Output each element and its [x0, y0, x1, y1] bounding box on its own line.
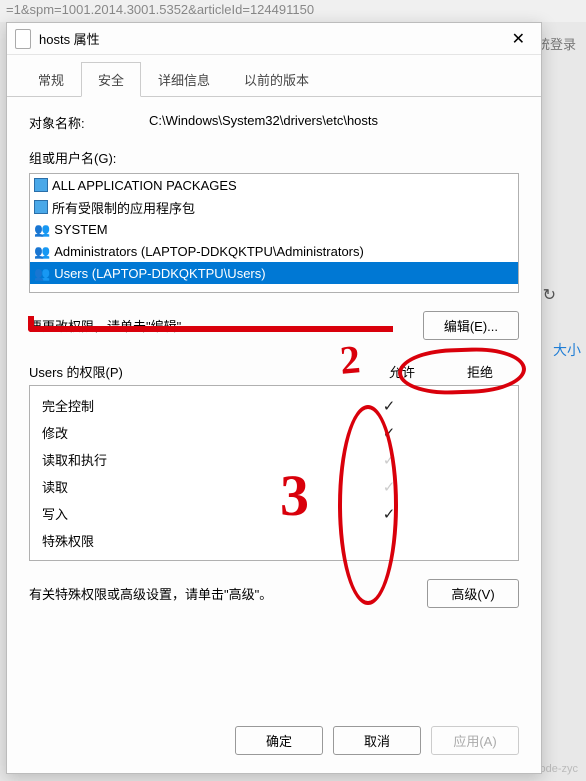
users-icon: 👥	[34, 267, 50, 280]
object-name-row: 对象名称: C:\Windows\System32\drivers\etc\ho…	[29, 113, 519, 132]
permissions-listbox: 完全控制✓修改✓读取和执行✓读取✓写入✓特殊权限	[29, 385, 519, 561]
apply-button[interactable]: 应用(A)	[431, 726, 519, 755]
deny-column-header: 拒绝	[441, 362, 519, 381]
permission-name: 读取	[42, 477, 350, 496]
ok-button[interactable]: 确定	[235, 726, 323, 755]
permission-name: 特殊权限	[42, 531, 350, 550]
object-name-value: C:\Windows\System32\drivers\etc\hosts	[149, 113, 519, 132]
group-users-listbox[interactable]: ALL APPLICATION PACKAGES所有受限制的应用程序包👥SYST…	[29, 173, 519, 293]
permission-name: 修改	[42, 423, 350, 442]
dialog-titlebar: hosts 属性 ✕	[7, 23, 541, 55]
edit-permissions-row: 要更改权限，请单击"编辑"。 编辑(E)...	[29, 311, 519, 340]
tab-3[interactable]: 以前的版本	[227, 62, 326, 97]
users-icon: 👥	[34, 245, 50, 258]
list-item-label: Administrators (LAPTOP-DDKQKTPU\Administ…	[54, 244, 364, 259]
edit-button[interactable]: 编辑(E)...	[423, 311, 519, 340]
list-item-label: ALL APPLICATION PACKAGES	[52, 178, 237, 193]
tab-2[interactable]: 详细信息	[141, 62, 227, 97]
edit-hint-text: 要更改权限，请单击"编辑"。	[29, 316, 423, 335]
dialog-title: hosts 属性	[39, 29, 504, 48]
permission-row: 读取✓	[30, 473, 518, 500]
permission-row: 修改✓	[30, 419, 518, 446]
tab-content-security: 对象名称: C:\Windows\System32\drivers\etc\ho…	[7, 97, 541, 712]
refresh-icon[interactable]: ↻	[543, 285, 556, 305]
advanced-row: 有关特殊权限或高级设置，请单击"高级"。 高级(V)	[29, 579, 519, 608]
list-item[interactable]: 👥 SYSTEM	[30, 218, 518, 240]
list-item[interactable]: 👥 Users (LAPTOP-DDKQKTPU\Users)	[30, 262, 518, 284]
allow-check: ✓	[350, 478, 428, 496]
allow-check: ✓	[350, 424, 428, 442]
browser-url-fragment: =1&spm=1001.2014.3001.5352&articleId=124…	[0, 0, 586, 22]
advanced-hint-text: 有关特殊权限或高级设置，请单击"高级"。	[29, 584, 427, 603]
advanced-button[interactable]: 高级(V)	[427, 579, 519, 608]
permission-name: 完全控制	[42, 396, 350, 415]
object-name-label: 对象名称:	[29, 113, 149, 132]
dialog-footer: 确定 取消 应用(A)	[7, 712, 541, 773]
tab-strip: 常规安全详细信息以前的版本	[7, 55, 541, 97]
allow-check: ✓	[350, 451, 428, 469]
group-users-label: 组或用户名(G):	[29, 148, 519, 167]
permission-row: 特殊权限	[30, 527, 518, 554]
allow-check: ✓	[350, 397, 428, 415]
list-item-label: 所有受限制的应用程序包	[52, 198, 195, 217]
list-item[interactable]: 👥 Administrators (LAPTOP-DDKQKTPU\Adminis…	[30, 240, 518, 262]
tab-0[interactable]: 常规	[21, 62, 81, 97]
permission-row: 读取和执行✓	[30, 446, 518, 473]
allow-column-header: 允许	[363, 362, 441, 381]
package-icon	[34, 200, 48, 214]
bg-size-text: 大小	[553, 340, 581, 360]
users-icon: 👥	[34, 223, 50, 236]
permissions-header: Users 的权限(P) 允许 拒绝	[29, 362, 519, 381]
permission-row: 写入✓	[30, 500, 518, 527]
permission-row: 完全控制✓	[30, 392, 518, 419]
allow-check: ✓	[350, 505, 428, 523]
permissions-title: Users 的权限(P)	[29, 362, 363, 381]
list-item-label: Users (LAPTOP-DDKQKTPU\Users)	[54, 266, 265, 281]
package-icon	[34, 178, 48, 192]
file-icon	[15, 29, 31, 49]
close-button[interactable]: ✕	[504, 25, 533, 53]
cancel-button[interactable]: 取消	[333, 726, 421, 755]
tab-1[interactable]: 安全	[81, 62, 141, 97]
list-item-label: SYSTEM	[54, 222, 107, 237]
permission-name: 读取和执行	[42, 450, 350, 469]
list-item[interactable]: ALL APPLICATION PACKAGES	[30, 174, 518, 196]
properties-dialog: hosts 属性 ✕ 常规安全详细信息以前的版本 对象名称: C:\Window…	[6, 22, 542, 774]
permission-name: 写入	[42, 504, 350, 523]
list-item[interactable]: 所有受限制的应用程序包	[30, 196, 518, 218]
